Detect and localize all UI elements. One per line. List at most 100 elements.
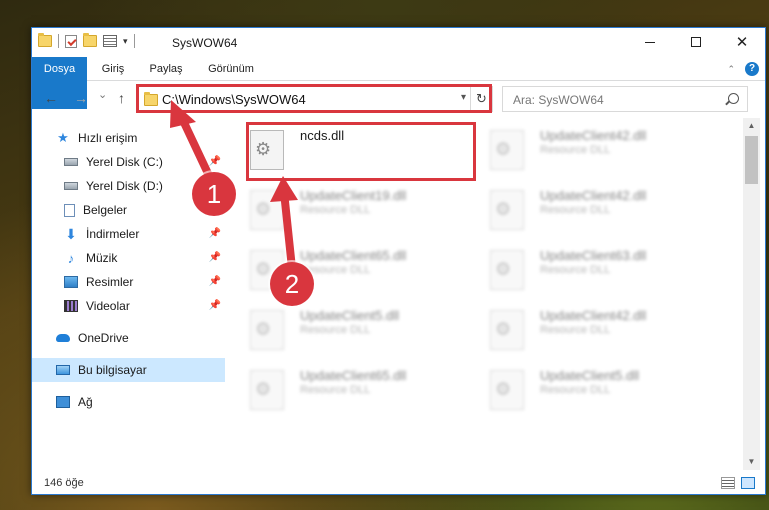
dll-file-icon [490, 190, 524, 230]
sidebar-item-this-pc[interactable]: Bu bilgisayar [32, 358, 225, 382]
back-button[interactable]: ← [44, 90, 58, 106]
star-icon: ★ [57, 130, 69, 145]
file-name: UpdateClient42.dll [540, 308, 647, 323]
file-type: Resource DLL [540, 384, 611, 396]
new-folder-icon[interactable] [83, 33, 97, 47]
file-name: UpdateClient42.dll [540, 128, 647, 143]
file-item[interactable]: UpdateClient5.dll Resource DLL [228, 304, 458, 356]
minimize-icon [645, 41, 655, 43]
scroll-thumb[interactable] [745, 136, 758, 184]
sidebar-item-label: Bu bilgisayar [78, 363, 147, 377]
folder-icon[interactable] [38, 33, 52, 47]
step-badge-1: 1 [192, 172, 236, 216]
pin-icon: 📌 [208, 276, 221, 287]
tab-view[interactable]: Görünüm [200, 57, 262, 81]
network-icon [56, 396, 70, 408]
sidebar-item-label: Resimler [86, 275, 134, 289]
sidebar-item-label: Hızlı erişim [78, 131, 138, 145]
sidebar-item-local-disk-c[interactable]: Yerel Disk (C:) 📌 [32, 150, 225, 174]
recent-locations-button[interactable]: ⌄ [98, 88, 107, 101]
minimize-button[interactable] [627, 28, 673, 56]
forward-button[interactable]: → [74, 90, 88, 106]
sidebar-item-network[interactable]: Ağ [32, 390, 225, 414]
search-icon[interactable] [728, 93, 739, 104]
sidebar-item-label: İndirmeler [86, 227, 140, 241]
search-box[interactable]: Ara: SysWOW64 [502, 86, 748, 112]
file-item[interactable]: UpdateClient42.dll Resource DLL [468, 184, 698, 236]
file-name: UpdateClient65.dll [300, 368, 407, 383]
file-item[interactable]: UpdateClient19.dll Resource DLL [228, 184, 458, 236]
ribbon-tabs: Dosya Giriş Paylaş Görünüm ⌃ ? [32, 57, 765, 109]
file-type: Resource DLL [540, 144, 611, 156]
window-title: SysWOW64 [172, 36, 238, 50]
dll-file-icon [250, 190, 284, 230]
dll-file-icon [490, 130, 524, 170]
file-type: Resource DLL [300, 384, 371, 396]
file-type: Resource DLL [540, 204, 611, 216]
sidebar-item-label: Yerel Disk (D:) [86, 179, 163, 193]
up-button[interactable]: ↑ [118, 90, 125, 106]
sidebar-item-videos[interactable]: Videolar 📌 [32, 294, 225, 318]
pin-icon: 📌 [208, 156, 221, 167]
search-input[interactable]: Ara: SysWOW64 [513, 93, 604, 107]
file-type: Resource DLL [540, 264, 611, 276]
quick-access-toolbar: ▾ [38, 33, 135, 48]
disk-icon [64, 182, 78, 190]
sidebar-item-label: Müzik [86, 251, 118, 265]
file-item[interactable]: UpdateClient5.dll Resource DLL [468, 364, 698, 416]
sidebar-item-label: Videolar [86, 299, 130, 313]
file-name: UpdateClient42.dll [540, 188, 647, 203]
file-item[interactable]: UpdateClient63.dll Resource DLL [468, 244, 698, 296]
dll-file-icon [490, 250, 524, 290]
item-count: 146 öğe [44, 477, 84, 489]
properties-check-icon[interactable] [65, 34, 77, 48]
documents-icon [64, 203, 75, 217]
sidebar-item-label: Yerel Disk (C:) [86, 155, 163, 169]
sidebar-item-music[interactable]: ♪ Müzik 📌 [32, 246, 225, 270]
file-item[interactable]: UpdateClient42.dll Resource DLL [468, 304, 698, 356]
maximize-button[interactable] [673, 28, 719, 56]
details-view-icon[interactable] [721, 477, 735, 489]
music-icon: ♪ [67, 250, 75, 266]
download-icon: ⬇ [65, 225, 77, 242]
title-bar: ▾ SysWOW64 ✕ [32, 28, 765, 57]
sidebar-item-label: Belgeler [83, 203, 128, 217]
this-pc-icon [56, 365, 70, 375]
dll-file-icon [250, 370, 284, 410]
view-options-icon[interactable] [103, 35, 117, 47]
file-name: UpdateClient65.dll [300, 248, 407, 263]
dll-file-icon [490, 370, 524, 410]
expand-ribbon-icon[interactable]: ⌃ [727, 64, 735, 75]
file-item[interactable]: UpdateClient65.dll Resource DLL [228, 364, 458, 416]
close-icon: ✕ [735, 33, 749, 51]
sidebar-item-label: OneDrive [78, 331, 129, 345]
pin-icon: 📌 [208, 252, 221, 263]
tab-share[interactable]: Paylaş [140, 57, 192, 81]
step-badge-2: 2 [270, 262, 314, 306]
file-item[interactable]: UpdateClient65.dll Resource DLL [228, 244, 458, 296]
navigation-pane: ★ Hızlı erişim Yerel Disk (C:) 📌 Yerel D… [32, 118, 227, 470]
tab-home[interactable]: Giriş [92, 57, 134, 81]
sidebar-item-label: Ağ [78, 395, 93, 409]
scroll-down-icon[interactable]: ▼ [743, 454, 760, 470]
disk-icon [64, 158, 78, 166]
large-icons-view-icon[interactable] [741, 477, 755, 489]
file-type: Resource DLL [300, 204, 371, 216]
sidebar-item-pictures[interactable]: Resimler 📌 [32, 270, 225, 294]
dll-file-icon [250, 310, 284, 350]
sidebar-item-quick-access[interactable]: ★ Hızlı erişim [32, 126, 225, 150]
pictures-icon [64, 276, 78, 288]
customize-toolbar-dropdown[interactable]: ▾ [123, 36, 128, 47]
close-button[interactable]: ✕ [719, 28, 765, 56]
file-highlight-box [246, 122, 476, 181]
sidebar-item-downloads[interactable]: ⬇ İndirmeler 📌 [32, 222, 225, 246]
sidebar-item-onedrive[interactable]: OneDrive [32, 326, 225, 350]
scroll-up-icon[interactable]: ▲ [743, 118, 760, 134]
help-icon[interactable]: ? [745, 62, 759, 76]
onedrive-icon [56, 334, 70, 342]
videos-icon [64, 300, 78, 312]
file-item[interactable]: UpdateClient42.dll Resource DLL [468, 124, 698, 176]
address-highlight-box [136, 84, 492, 113]
vertical-scrollbar[interactable]: ▲ ▼ [743, 118, 760, 470]
pin-icon: 📌 [208, 228, 221, 239]
